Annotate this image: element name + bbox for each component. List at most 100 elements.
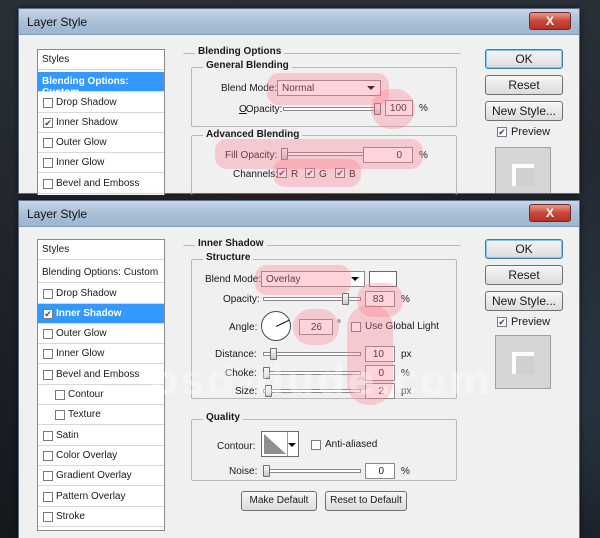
blend-mode-select[interactable]: Normal <box>277 80 381 96</box>
styles-item-texture[interactable]: Texture <box>38 405 164 425</box>
noise-slider[interactable] <box>263 465 361 477</box>
distance-input[interactable]: 10 <box>365 346 395 362</box>
reset-button[interactable]: Reset <box>485 75 563 95</box>
checkbox[interactable] <box>43 289 53 299</box>
opacity-label: Opacity: <box>223 294 260 305</box>
angle-input[interactable]: 26 <box>299 319 333 335</box>
checkbox[interactable] <box>55 390 65 400</box>
checkbox[interactable] <box>43 158 53 168</box>
styles-item-drop-shadow[interactable]: Drop Shadow <box>38 284 164 304</box>
blend-mode-select[interactable]: Overlay <box>261 271 365 287</box>
shadow-color-swatch[interactable] <box>369 271 397 287</box>
checkbox-checked[interactable]: ✔ <box>43 118 53 128</box>
layer-style-dialog-blending: Layer Style X Styles Blending Options: C… <box>18 8 580 195</box>
checkbox[interactable] <box>43 370 53 380</box>
styles-item-satin[interactable]: Satin <box>38 426 164 446</box>
contour-picker[interactable] <box>261 431 299 457</box>
size-slider[interactable] <box>263 385 361 397</box>
title-bar[interactable]: Layer Style X <box>19 9 579 35</box>
noise-input[interactable]: 0 <box>365 463 395 479</box>
checkbox[interactable] <box>55 410 65 420</box>
channel-r-label: R <box>291 169 299 180</box>
checkbox[interactable] <box>43 98 53 108</box>
size-input[interactable]: 2 <box>365 383 395 399</box>
checkbox[interactable] <box>43 329 53 339</box>
slider-thumb[interactable] <box>265 385 272 397</box>
styles-list-header[interactable]: Styles <box>38 50 164 70</box>
dialog-title: Layer Style <box>27 15 88 29</box>
styles-item-outer-glow[interactable]: Outer Glow <box>38 133 164 153</box>
slider-thumb[interactable] <box>263 465 270 477</box>
dialog-title: Layer Style <box>27 207 88 221</box>
checkbox[interactable] <box>43 471 53 481</box>
styles-item-blending-options[interactable]: Blending Options: Custom <box>38 263 164 283</box>
opacity-input[interactable]: 100 <box>385 100 413 116</box>
styles-item-pattern-overlay[interactable]: Pattern Overlay <box>38 487 164 507</box>
slider-thumb[interactable] <box>342 293 349 305</box>
checkbox[interactable] <box>43 431 53 441</box>
preview-checkbox[interactable]: ✔ <box>497 317 507 327</box>
styles-item-gradient-overlay[interactable]: Gradient Overlay <box>38 466 164 486</box>
noise-label: Noise: <box>229 466 258 477</box>
slider-thumb[interactable] <box>263 367 270 379</box>
checkbox-checked[interactable]: ✔ <box>43 309 53 319</box>
advanced-blending-group <box>191 135 457 195</box>
distance-label: Distance: <box>215 349 257 360</box>
checkbox[interactable] <box>43 349 53 359</box>
styles-item-stroke[interactable]: Stroke <box>38 507 164 527</box>
styles-item-blending-options[interactable]: Blending Options: Custom <box>38 72 164 98</box>
opacity-label: OOpacity: <box>239 104 283 115</box>
opacity-slider[interactable] <box>263 293 361 305</box>
preview-thumbnail <box>495 335 551 389</box>
general-blending-group <box>191 67 457 127</box>
styles-list-header[interactable]: Styles <box>38 240 164 260</box>
styles-item-contour[interactable]: Contour <box>38 385 164 405</box>
checkbox[interactable] <box>43 492 53 502</box>
styles-item-inner-glow[interactable]: Inner Glow <box>38 153 164 173</box>
checkbox[interactable] <box>43 179 53 189</box>
styles-item-bevel-emboss[interactable]: Bevel and Emboss <box>38 365 164 385</box>
opacity-slider[interactable] <box>283 103 381 115</box>
close-button[interactable]: X <box>529 12 571 30</box>
anti-aliased-checkbox[interactable] <box>311 440 321 450</box>
channel-r-checkbox[interactable]: ✔ <box>277 168 287 178</box>
close-button[interactable]: X <box>529 204 571 222</box>
blend-mode-label: Blend Mode: <box>221 83 278 94</box>
checkbox[interactable] <box>43 138 53 148</box>
angle-hand <box>276 319 290 327</box>
styles-item-inner-shadow[interactable]: ✔ Inner Shadow <box>38 304 164 324</box>
reset-button[interactable]: Reset <box>485 265 563 285</box>
choke-slider[interactable] <box>263 367 361 379</box>
slider-thumb[interactable] <box>270 348 277 360</box>
styles-item-outer-glow[interactable]: Outer Glow <box>38 324 164 344</box>
distance-unit: px <box>401 349 412 360</box>
checkbox[interactable] <box>43 451 53 461</box>
fill-opacity-input[interactable]: 0 <box>363 147 413 163</box>
quality-title: Quality <box>203 412 243 423</box>
use-global-light-checkbox[interactable] <box>351 322 361 332</box>
angle-dial[interactable] <box>261 311 291 341</box>
styles-item-drop-shadow[interactable]: Drop Shadow <box>38 93 164 113</box>
choke-input[interactable]: 0 <box>365 365 395 381</box>
new-style-button[interactable]: New Style... <box>485 101 563 121</box>
slider-thumb[interactable] <box>374 103 381 115</box>
title-bar[interactable]: Layer Style X <box>19 201 579 227</box>
styles-item-color-overlay[interactable]: Color Overlay <box>38 446 164 466</box>
styles-item-inner-shadow[interactable]: ✔ Inner Shadow <box>38 113 164 133</box>
styles-item-bevel-emboss[interactable]: Bevel and Emboss <box>38 174 164 194</box>
preview-checkbox[interactable]: ✔ <box>497 127 507 137</box>
preview-label: Preview <box>511 126 551 138</box>
checkbox[interactable] <box>43 512 53 522</box>
ok-button[interactable]: OK <box>485 49 563 69</box>
slider-thumb[interactable] <box>281 148 288 160</box>
channel-g-checkbox[interactable]: ✔ <box>305 168 315 178</box>
ok-button[interactable]: OK <box>485 239 563 259</box>
size-unit: px <box>401 386 412 397</box>
make-default-button[interactable]: Make Default <box>241 491 317 511</box>
styles-item-inner-glow[interactable]: Inner Glow <box>38 344 164 364</box>
new-style-button[interactable]: New Style... <box>485 291 563 311</box>
distance-slider[interactable] <box>263 348 361 360</box>
channel-b-checkbox[interactable]: ✔ <box>335 168 345 178</box>
reset-to-default-button[interactable]: Reset to Default <box>325 491 407 511</box>
opacity-input[interactable]: 83 <box>365 291 395 307</box>
